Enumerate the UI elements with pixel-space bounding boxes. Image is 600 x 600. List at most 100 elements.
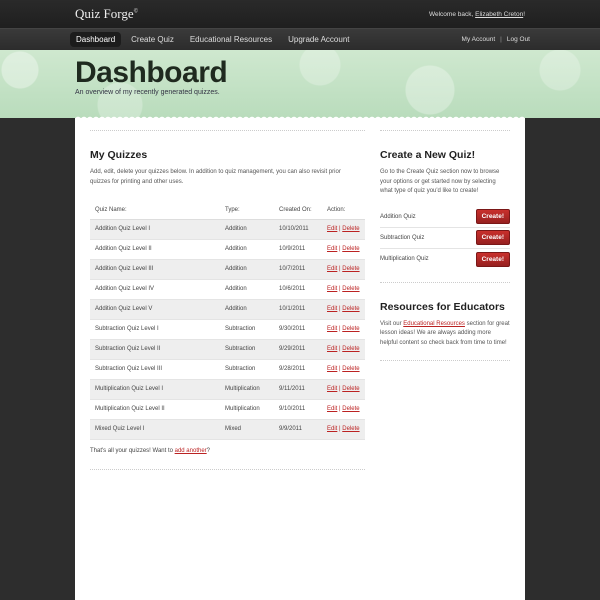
action-separator: | <box>339 266 341 272</box>
quiz-date-cell: 10/10/2011 <box>274 219 322 240</box>
page-title: Dashboard <box>75 56 228 89</box>
create-option-label: Addition Quiz <box>380 213 416 220</box>
content-panel: My Quizzes Add, edit, delete your quizze… <box>75 114 525 600</box>
main-nav: Dashboard Create Quiz Educational Resour… <box>0 28 600 50</box>
quiz-name-cell: Addition Quiz Level II <box>90 239 220 260</box>
edit-link[interactable]: Edit <box>327 386 337 392</box>
delete-link[interactable]: Delete <box>342 266 359 272</box>
top-bar: Quiz Forge© Welcome back, Elizabeth Cret… <box>0 0 600 28</box>
nav-educational-resources[interactable]: Educational Resources <box>184 32 278 47</box>
delete-link[interactable]: Delete <box>342 406 359 412</box>
create-option-label: Subtraction Quiz <box>380 234 425 241</box>
quiz-date-cell: 10/1/2011 <box>274 299 322 320</box>
action-separator: | <box>339 286 341 292</box>
quiz-type-cell: Addition <box>220 279 274 300</box>
action-separator: | <box>339 306 341 312</box>
quiz-date-cell: 9/28/2011 <box>274 359 322 380</box>
quiz-type-cell: Subtraction <box>220 339 274 360</box>
quiz-action-cell: Edit | Delete <box>322 319 365 340</box>
delete-link[interactable]: Delete <box>342 246 359 252</box>
create-addition-button[interactable]: Create! <box>475 209 510 224</box>
nav-create-quiz[interactable]: Create Quiz <box>125 32 180 47</box>
edit-link[interactable]: Edit <box>327 366 337 372</box>
quiz-action-cell: Edit | Delete <box>322 399 365 420</box>
quizzes-table: Quiz Name: Type: Created On: Action: Add… <box>90 201 365 440</box>
page-subtitle: An overview of my recently generated qui… <box>75 89 220 96</box>
quiz-type-cell: Subtraction <box>220 319 274 340</box>
quiz-date-cell: 10/9/2011 <box>274 239 322 260</box>
delete-link[interactable]: Delete <box>342 366 359 372</box>
create-subtraction-button[interactable]: Create! <box>475 230 510 245</box>
edit-link[interactable]: Edit <box>327 266 337 272</box>
create-multiplication-button[interactable]: Create! <box>475 251 510 267</box>
my-quizzes-section: My Quizzes Add, edit, delete your quizze… <box>90 130 365 470</box>
edit-link[interactable]: Edit <box>327 246 337 252</box>
delete-link[interactable]: Delete <box>342 286 359 292</box>
my-account-link[interactable]: My Account <box>462 36 496 43</box>
action-separator: | <box>339 366 341 372</box>
quiz-name-cell: Multiplication Quiz Level II <box>90 399 220 420</box>
create-option-row: Subtraction Quiz Create! <box>380 228 510 249</box>
delete-link[interactable]: Delete <box>342 426 359 432</box>
quiz-date-cell: 9/9/2011 <box>274 419 322 440</box>
table-row: Subtraction Quiz Level I Subtraction 9/30/… <box>90 319 365 340</box>
action-separator: | <box>339 226 341 232</box>
action-separator: | <box>339 406 341 412</box>
quiz-action-cell: Edit | Delete <box>322 219 365 240</box>
col-action: Action: <box>322 201 365 220</box>
quiz-name-cell: Multiplication Quiz Level I <box>90 379 220 400</box>
my-quizzes-heading: My Quizzes <box>90 149 148 161</box>
quiz-action-cell: Edit | Delete <box>322 339 365 360</box>
add-another-link[interactable]: add another <box>175 448 207 454</box>
logout-link[interactable]: Log Out <box>507 36 530 43</box>
action-separator: | <box>339 326 341 332</box>
quiz-date-cell: 10/7/2011 <box>274 259 322 280</box>
table-row: Addition Quiz Level II Addition 10/9/2011 E… <box>90 239 365 260</box>
edit-link[interactable]: Edit <box>327 286 337 292</box>
quizzes-footer-note: That's all your quizzes! Want to add ano… <box>90 447 210 454</box>
edit-link[interactable]: Edit <box>327 326 337 332</box>
delete-link[interactable]: Delete <box>342 326 359 332</box>
delete-link[interactable]: Delete <box>342 346 359 352</box>
app-logo[interactable]: Quiz Forge© <box>75 6 138 22</box>
quiz-date-cell: 9/10/2011 <box>274 399 322 420</box>
quiz-date-cell: 10/6/2011 <box>274 279 322 300</box>
educational-resources-link[interactable]: Educational Resources <box>403 321 465 327</box>
quiz-type-cell: Multiplication <box>220 399 274 420</box>
nav-dashboard[interactable]: Dashboard <box>70 32 122 47</box>
table-row: Addition Quiz Level III Addition 10/7/2011… <box>90 259 365 280</box>
edit-link[interactable]: Edit <box>327 346 337 352</box>
edit-link[interactable]: Edit <box>327 306 337 312</box>
col-quiz-name: Quiz Name: <box>90 201 220 220</box>
action-separator: | <box>339 386 341 392</box>
edit-link[interactable]: Edit <box>327 226 337 232</box>
edit-link[interactable]: Edit <box>327 406 337 412</box>
edit-link[interactable]: Edit <box>327 426 337 432</box>
table-row: Subtraction Quiz Level II Subtraction 9/29… <box>90 339 365 360</box>
quiz-type-cell: Mixed <box>220 419 274 440</box>
quiz-name-cell: Addition Quiz Level I <box>90 219 220 240</box>
quiz-name-cell: Mixed Quiz Level I <box>90 419 220 440</box>
quiz-action-cell: Edit | Delete <box>322 259 365 280</box>
delete-link[interactable]: Delete <box>342 386 359 392</box>
table-row: Mixed Quiz Level I Mixed 9/9/2011 Edit | De… <box>90 419 365 440</box>
divider <box>90 468 365 470</box>
col-type: Type: <box>220 201 274 220</box>
nav-upgrade-account[interactable]: Upgrade Account <box>282 32 355 47</box>
quiz-name-cell: Addition Quiz Level III <box>90 259 220 280</box>
delete-link[interactable]: Delete <box>342 306 359 312</box>
quiz-action-cell: Edit | Delete <box>322 299 365 320</box>
quiz-name-cell: Subtraction Quiz Level II <box>90 339 220 360</box>
resources-description: Visit our Educational Resources section … <box>380 320 510 346</box>
table-row: Subtraction Quiz Level III Subtraction 9/2… <box>90 359 365 380</box>
user-name-link[interactable]: Elizabeth Creton <box>475 11 523 18</box>
quiz-date-cell: 9/30/2011 <box>274 319 322 340</box>
quiz-action-cell: Edit | Delete <box>322 419 365 440</box>
page-header: Dashboard An overview of my recently gen… <box>0 50 600 118</box>
quiz-name-cell: Subtraction Quiz Level III <box>90 359 220 380</box>
quiz-type-cell: Addition <box>220 219 274 240</box>
create-quiz-heading: Create a New Quiz! <box>380 149 476 161</box>
divider <box>380 130 510 131</box>
delete-link[interactable]: Delete <box>342 226 359 232</box>
sidebar: Create a New Quiz! Go to the Create Quiz… <box>380 130 510 361</box>
